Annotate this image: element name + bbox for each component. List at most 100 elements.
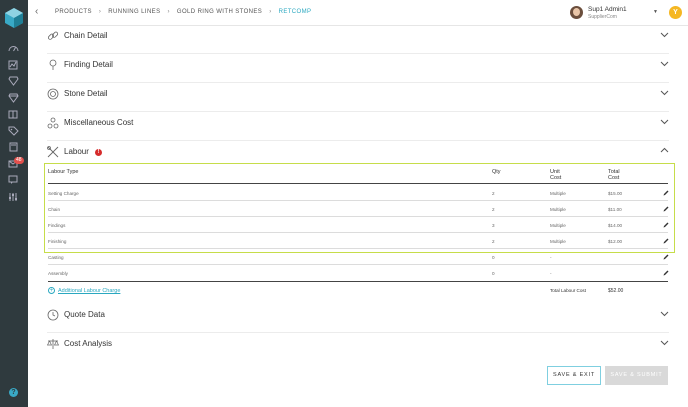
- section-stone-detail[interactable]: Stone Detail: [47, 84, 669, 112]
- pencil-edit-icon[interactable]: [663, 254, 669, 262]
- mail-icon[interactable]: 48: [0, 156, 28, 173]
- pencil-edit-icon[interactable]: [663, 238, 669, 246]
- unit-cost-cell: Multiple: [550, 239, 566, 244]
- user-menu[interactable]: Sup1 Admin1 SupplierCom ▼: [568, 4, 663, 22]
- total-cost-cell: $15.00: [608, 191, 623, 196]
- header-qty: Qty: [492, 169, 501, 175]
- qty-cell: 2: [492, 239, 495, 244]
- settings-sliders-icon[interactable]: [0, 189, 28, 206]
- dashboard-icon[interactable]: [0, 40, 28, 57]
- avatar: [570, 6, 583, 19]
- chevron-down-icon[interactable]: [660, 309, 669, 318]
- table-row: Finishing 2 Multiple $12.00: [48, 233, 669, 249]
- qty-cell: 2: [492, 191, 495, 196]
- total-cost-cell: $12.00: [608, 239, 623, 244]
- section-title: Stone Detail: [64, 89, 108, 98]
- breadcrumb-gold-ring[interactable]: GOLD RING WITH STONES: [177, 9, 262, 15]
- reports-icon[interactable]: [0, 57, 28, 74]
- section-title: Cost Analysis: [64, 339, 113, 348]
- tag-icon[interactable]: [0, 123, 28, 140]
- pencil-edit-icon[interactable]: [663, 190, 669, 198]
- user-company: SupplierCom: [588, 13, 617, 20]
- labour-type-cell: Assembly: [48, 271, 68, 276]
- qty-cell: 3: [492, 223, 495, 228]
- section-finding-detail[interactable]: Finding Detail: [47, 55, 669, 83]
- total-labour-value: $52.00: [608, 288, 624, 294]
- diamond-icon[interactable]: [0, 73, 28, 90]
- section-title: Finding Detail: [64, 60, 113, 69]
- alert-icon: !: [94, 149, 102, 156]
- additional-labour-link[interactable]: + Additional Labour Charge: [48, 287, 120, 294]
- unit-cost-cell: Multiple: [550, 191, 566, 196]
- unit-cost-cell: Multiple: [550, 207, 566, 212]
- chevron-down-icon[interactable]: [660, 117, 669, 126]
- save-exit-button[interactable]: SAVE & EXIT: [547, 366, 601, 385]
- chevron-down-icon[interactable]: [660, 59, 669, 68]
- breadcrumb-products[interactable]: PRODUCTS: [55, 9, 92, 15]
- pencil-edit-icon[interactable]: [663, 206, 669, 214]
- breadcrumb-running-lines[interactable]: RUNNING LINES: [108, 9, 160, 15]
- app-logo-icon[interactable]: [4, 8, 24, 28]
- breadcrumb: PRODUCTS › RUNNING LINES › GOLD RING WIT…: [55, 9, 311, 15]
- sidebar: 48 ?: [0, 0, 28, 407]
- clock-icon: [47, 309, 59, 321]
- chevron-down-icon[interactable]: [660, 30, 669, 39]
- total-cost-cell: $11.00: [608, 207, 622, 212]
- section-quote-data[interactable]: Quote Data: [47, 305, 669, 333]
- section-title: Labour!: [64, 147, 102, 156]
- qty-cell: 0: [492, 255, 495, 260]
- chevron-up-icon[interactable]: [660, 146, 669, 155]
- store-icon[interactable]: [0, 106, 28, 123]
- chevron-down-icon[interactable]: [660, 88, 669, 97]
- section-title: Chain Detail: [64, 31, 108, 40]
- table-row: Assembly 0 -: [48, 265, 669, 281]
- unit-cost-cell: -: [550, 271, 552, 276]
- pencil-edit-icon[interactable]: [663, 222, 669, 230]
- header-unit-cost: Unit Cost: [550, 169, 562, 181]
- total-labour-label: Total Labour Cost: [550, 288, 587, 293]
- section-chain-detail[interactable]: Chain Detail: [47, 26, 669, 54]
- header-labour-type: Labour Type: [48, 169, 79, 175]
- tools-icon: [47, 146, 59, 158]
- labour-type-cell: Casting: [48, 255, 64, 260]
- section-cost-analysis[interactable]: Cost Analysis: [47, 334, 669, 362]
- pencil-edit-icon[interactable]: [663, 270, 669, 278]
- qty-cell: 2: [492, 207, 495, 212]
- table-row: Setting Charge 2 Multiple $15.00: [48, 185, 669, 201]
- help-icon[interactable]: ?: [9, 388, 18, 397]
- total-cost-cell: $14.00: [608, 223, 623, 228]
- top-bar: ‹ PRODUCTS › RUNNING LINES › GOLD RING W…: [28, 0, 688, 26]
- stone-icon: [47, 88, 59, 100]
- section-miscellaneous-cost[interactable]: Miscellaneous Cost: [47, 113, 669, 141]
- scales-icon: [47, 339, 59, 349]
- user-name: Sup1 Admin1: [588, 6, 627, 13]
- section-title: Quote Data: [64, 310, 105, 319]
- breadcrumb-current: RETCOMP: [278, 9, 312, 15]
- breadcrumb-separator-icon: ›: [269, 9, 272, 15]
- chevron-down-icon[interactable]: [660, 338, 669, 347]
- gem-icon[interactable]: [0, 90, 28, 107]
- unit-cost-cell: Multiple: [550, 223, 566, 228]
- labour-title: Labour: [64, 147, 89, 156]
- back-chevron-icon[interactable]: ‹: [35, 6, 38, 17]
- labour-type-cell: Finishing: [48, 239, 67, 244]
- breadcrumb-separator-icon: ›: [98, 9, 102, 15]
- chain-link-icon: [47, 31, 59, 40]
- save-submit-button[interactable]: SAVE & SUBMIT: [605, 366, 668, 385]
- calculator-icon[interactable]: [0, 139, 28, 156]
- finding-clasp-icon: [49, 59, 57, 70]
- labour-type-cell: Findings: [48, 223, 66, 228]
- labour-table-header: Labour Type Qty Unit Cost Total Cost: [48, 168, 668, 184]
- mail-badge: 48: [14, 156, 24, 164]
- section-title: Miscellaneous Cost: [64, 118, 134, 127]
- header-total-cost: Total Cost: [608, 169, 620, 181]
- table-row: Casting 0 -: [48, 249, 669, 265]
- total-divider: [48, 281, 668, 282]
- labour-type-cell: Setting Charge: [48, 191, 79, 196]
- unit-cost-cell: -: [550, 255, 552, 260]
- chat-icon[interactable]: [0, 172, 28, 189]
- notification-avatar[interactable]: Y: [669, 6, 682, 19]
- qty-cell: 0: [492, 271, 495, 276]
- caret-down-icon[interactable]: ▼: [653, 9, 658, 15]
- table-row: Findings 3 Multiple $14.00: [48, 217, 669, 233]
